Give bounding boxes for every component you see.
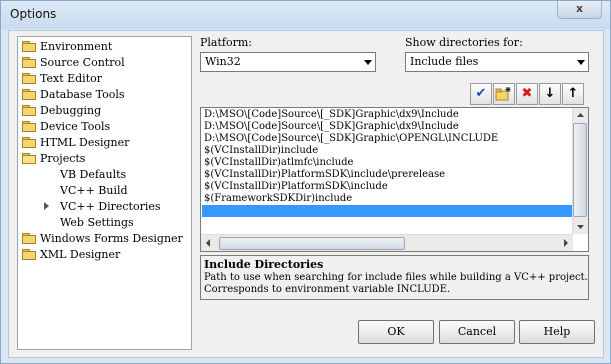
folder-icon <box>22 137 36 148</box>
folder-icon <box>22 57 36 68</box>
folder-icon <box>22 249 36 260</box>
new-line-button[interactable] <box>493 83 515 105</box>
list-item[interactable]: $(FrameworkSDKDir)include <box>204 193 352 205</box>
move-up-button[interactable]: ↑ <box>562 83 584 105</box>
options-tree[interactable]: Environment Source Control Text Editor D… <box>17 36 192 350</box>
platform-select[interactable]: Win32 <box>200 52 376 72</box>
close-button[interactable]: x <box>557 1 602 19</box>
folder-icon <box>22 89 36 100</box>
list-item[interactable]: D:\MSO\[Code]Source\[_SDK]Graphic\OPENGL… <box>204 133 498 145</box>
folder-icon <box>22 105 36 116</box>
show-dirs-select[interactable]: Include files <box>405 52 589 72</box>
vertical-scroll-thumb[interactable] <box>573 123 587 217</box>
tree-item-vc-directories[interactable]: VC++ Directories <box>22 199 187 214</box>
cancel-button[interactable]: Cancel <box>439 320 515 344</box>
help-button[interactable]: Help <box>519 320 595 344</box>
folder-icon <box>22 233 36 244</box>
vertical-scrollbar[interactable] <box>572 108 588 234</box>
window-title: Options <box>10 7 57 21</box>
description-title: Include Directories <box>204 258 324 271</box>
check-button[interactable]: ✔ <box>470 83 492 105</box>
show-dirs-value: Include files <box>410 55 479 68</box>
new-folder-icon <box>495 87 511 101</box>
chevron-down-icon[interactable] <box>360 53 375 71</box>
show-dirs-label: Show directories for: <box>405 36 523 49</box>
ok-button[interactable]: OK <box>358 320 434 344</box>
open-folder-icon <box>22 153 36 164</box>
options-window: Options x Environment Source Control Tex… <box>0 0 611 364</box>
folder-icon <box>22 41 36 52</box>
selected-arrow-icon <box>44 202 49 210</box>
horizontal-scroll-thumb[interactable] <box>219 237 405 250</box>
folder-icon <box>22 73 36 84</box>
dialog-body: Environment Source Control Text Editor D… <box>8 30 604 358</box>
list-item[interactable]: D:\MSO\[Code]Source\[_SDK]Graphic\dx9\In… <box>204 121 459 133</box>
platform-value: Win32 <box>205 55 241 68</box>
list-item[interactable]: $(VCInstallDir)PlatformSDK\include <box>204 181 388 193</box>
chevron-down-icon[interactable] <box>573 53 588 71</box>
list-item[interactable]: $(VCInstallDir)atlmfc\include <box>204 157 353 169</box>
description-panel: Include Directories Path to use when sea… <box>200 255 589 300</box>
selected-row-highlight <box>202 205 572 217</box>
platform-label: Platform: <box>200 36 252 49</box>
directories-list[interactable]: D:\MSO\[Code]Source\[_SDK]Graphic\dx9\In… <box>200 107 589 252</box>
list-item[interactable]: D:\MSO\[Code]Source\[_SDK]Graphic\dx9\In… <box>204 109 459 121</box>
list-item[interactable]: $(VCInstallDir)include <box>204 145 318 157</box>
description-line-2: Corresponds to environment variable INCL… <box>204 284 451 295</box>
description-line-1: Path to use when searching for include f… <box>204 272 588 283</box>
horizontal-scrollbar[interactable] <box>201 234 573 251</box>
title-bar[interactable]: Options x <box>1 1 610 29</box>
list-item[interactable]: $(VCInstallDir)PlatformSDK\include\prere… <box>204 169 445 181</box>
move-down-button[interactable]: ↓ <box>539 83 561 105</box>
folder-icon <box>22 121 36 132</box>
delete-button[interactable]: ✖ <box>516 83 538 105</box>
